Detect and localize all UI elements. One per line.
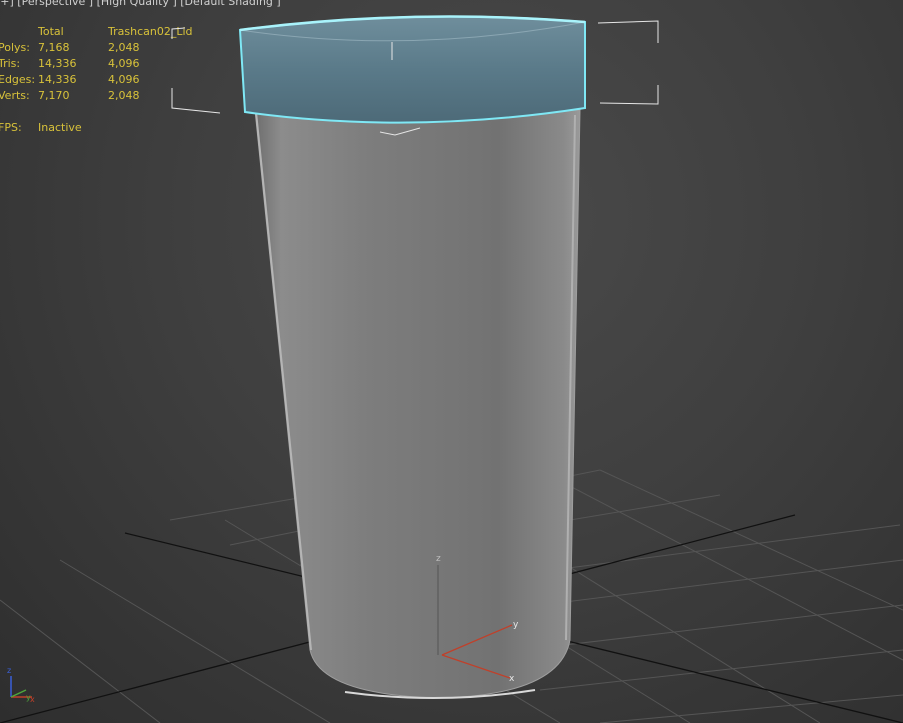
axis-tripod-icon: z y x xyxy=(7,666,35,704)
trashcan-lid[interactable] xyxy=(238,15,586,124)
viewport-scene[interactable]: z y x z y x xyxy=(0,0,903,723)
gizmo-y-label: y xyxy=(513,620,519,630)
tripod-z-label: z xyxy=(7,666,11,675)
gizmo-x-label: x xyxy=(509,674,515,684)
gizmo-z-label: z xyxy=(436,554,441,564)
tripod-x-label: x xyxy=(30,695,35,704)
trashcan-body[interactable] xyxy=(254,109,581,699)
